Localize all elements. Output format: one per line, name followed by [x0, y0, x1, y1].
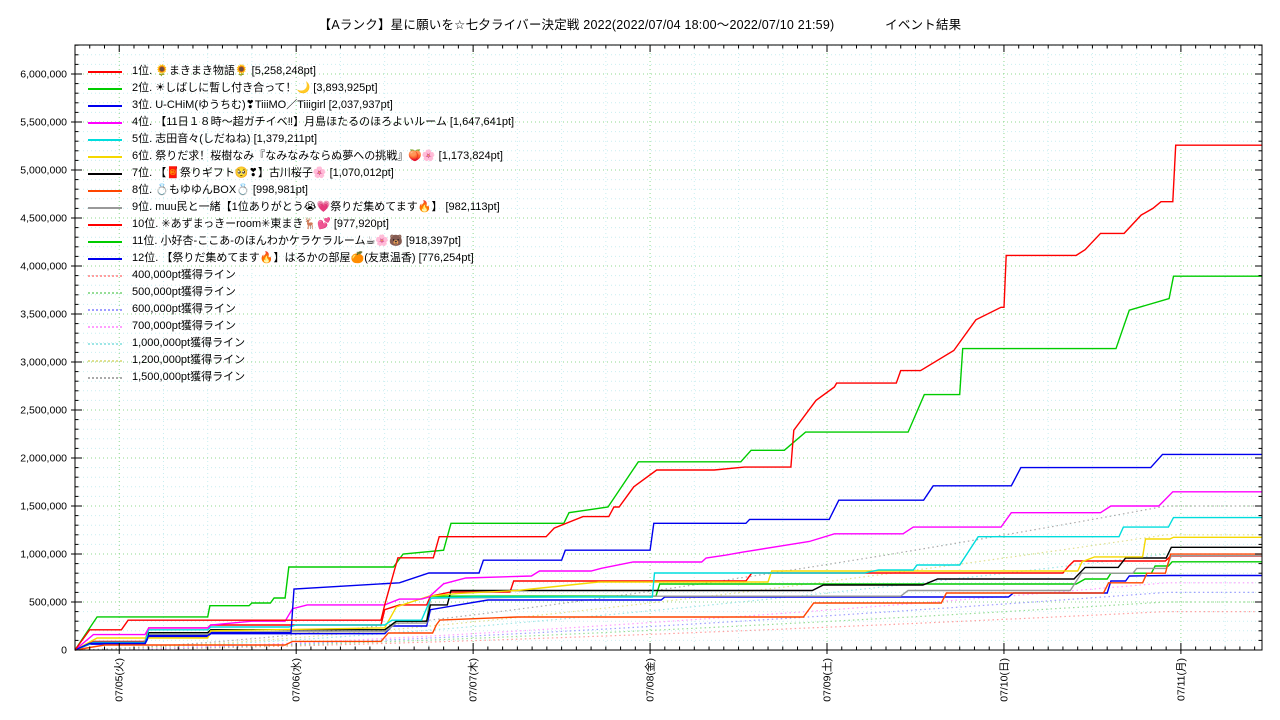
legend-label: 8位. 💍もゆゆんBOX💍 [998,981pt]	[132, 182, 308, 199]
legend-line-swatch	[88, 292, 122, 294]
series-line-rank-12	[75, 576, 1262, 651]
series-line-rank-11	[75, 562, 1262, 650]
legend-line-swatch	[88, 122, 122, 124]
legend-line-swatch	[88, 88, 122, 90]
x-tick-label: 07/05(火)	[114, 658, 126, 702]
legend-item-pace-500000: 500,000pt獲得ライン	[88, 284, 514, 301]
x-tick-label: 07/11(月)	[1175, 658, 1187, 701]
y-tick-label: 5,500,000	[20, 116, 67, 128]
legend-item-pace-1200000: 1,200,000pt獲得ライン	[88, 352, 514, 369]
legend-line-swatch	[88, 139, 122, 141]
x-tick-label: 07/08(金)	[644, 658, 657, 702]
legend-line-swatch	[88, 309, 122, 311]
legend-item-rank-3: 3位. U-CHiM(ゆうちむ)❣TiiiMO／Tiiigirl [2,037,…	[88, 97, 514, 114]
legend-item-pace-1500000: 1,500,000pt獲得ライン	[88, 369, 514, 386]
y-tick-label: 1,500,000	[20, 500, 67, 512]
y-tick-label: 5,000,000	[20, 164, 67, 176]
legend-line-swatch	[88, 377, 122, 379]
legend-item-rank-11: 11位. 小好杏-ここあ-のほんわかケラケラルーム☕🌸🐻 [918,397pt]	[88, 233, 514, 250]
y-tick-label: 0	[61, 645, 67, 657]
x-tick-label: 07/09(土)	[821, 658, 834, 702]
legend-line-swatch	[88, 241, 122, 243]
legend-label: 500,000pt獲得ライン	[132, 284, 236, 301]
y-tick-label: 4,500,000	[20, 212, 67, 224]
legend-label: 1,000,000pt獲得ライン	[132, 335, 245, 352]
legend-item-pace-700000: 700,000pt獲得ライン	[88, 318, 514, 335]
legend-line-swatch	[88, 105, 122, 107]
y-tick-label: 3,000,000	[20, 356, 67, 368]
legend-label: 700,000pt獲得ライン	[132, 318, 236, 335]
legend-line-swatch	[88, 360, 122, 362]
y-tick-label: 2,000,000	[20, 452, 67, 464]
legend-label: 11位. 小好杏-ここあ-のほんわかケラケラルーム☕🌸🐻 [918,397pt]	[132, 233, 461, 250]
y-tick-label: 6,000,000	[20, 68, 67, 80]
y-tick-label: 2,500,000	[20, 404, 67, 416]
legend-label: 1,200,000pt獲得ライン	[132, 352, 245, 369]
legend-label: 2位. ☀しばしに暫し付き合って！🌙 [3,893,925pt]	[132, 80, 378, 97]
legend-label: 10位. ✳あずまっきーroom✳東まき🦌💕 [977,920pt]	[132, 216, 389, 233]
legend-label: 6位. 祭りだ求！桜樹なみ『なみなみならぬ夢への挑戦』🍑🌸 [1,173,824…	[132, 148, 503, 165]
legend-label: 12位. 【祭りだ集めてます🔥】はるかの部屋🍊(友恵温香) [776,254pt…	[132, 250, 474, 267]
legend-label: 1,500,000pt獲得ライン	[132, 369, 245, 386]
legend-line-swatch	[88, 343, 122, 345]
event-result-chart-page: 【Aランク】星に願いを☆七夕ライバー決定戦 2022(2022/07/04 18…	[0, 0, 1280, 720]
legend-item-rank-1: 1位. 🌻まきまき物語🌻 [5,258,248pt]	[88, 63, 514, 80]
x-tick-label: 07/07(木)	[468, 658, 480, 702]
legend-item-rank-8: 8位. 💍もゆゆんBOX💍 [998,981pt]	[88, 182, 514, 199]
legend-label: 4位. 【11日１８時～超ガチイベ‼】月島ほたるのほろよいルーム [1,647,…	[132, 114, 514, 131]
legend-label: 9位. muu民と一緒【1位ありがとう😭💗祭りだ集めてます🔥】 [982,113…	[132, 199, 500, 216]
x-tick-label: 07/10(日)	[998, 658, 1010, 702]
legend-item-pace-1000000: 1,000,000pt獲得ライン	[88, 335, 514, 352]
legend-item-rank-5: 5位. 志田音々(しだねね) [1,379,211pt]	[88, 131, 514, 148]
legend-label: 5位. 志田音々(しだねね) [1,379,211pt]	[132, 131, 317, 148]
y-tick-label: 1,000,000	[20, 548, 67, 560]
legend-item-rank-2: 2位. ☀しばしに暫し付き合って！🌙 [3,893,925pt]	[88, 80, 514, 97]
y-tick-label: 3,500,000	[20, 308, 67, 320]
legend-label: 7位. 【🧧祭りギフト🥺❣】古川桜子🌸 [1,070,012pt]	[132, 165, 394, 182]
legend-label: 3位. U-CHiM(ゆうちむ)❣TiiiMO／Tiiigirl [2,037,…	[132, 97, 393, 114]
legend-item-pace-400000: 400,000pt獲得ライン	[88, 267, 514, 284]
legend-item-rank-10: 10位. ✳あずまっきーroom✳東まき🦌💕 [977,920pt]	[88, 216, 514, 233]
legend-line-swatch	[88, 190, 122, 192]
y-tick-label: 4,000,000	[20, 260, 67, 272]
legend-item-rank-6: 6位. 祭りだ求！桜樹なみ『なみなみならぬ夢への挑戦』🍑🌸 [1,173,824…	[88, 148, 514, 165]
legend-item-rank-9: 9位. muu民と一緒【1位ありがとう😭💗祭りだ集めてます🔥】 [982,113…	[88, 199, 514, 216]
legend-label: 600,000pt獲得ライン	[132, 301, 236, 318]
series-line-rank-7	[75, 547, 1262, 650]
legend-line-swatch	[88, 156, 122, 158]
legend-line-swatch	[88, 207, 122, 209]
legend-line-swatch	[88, 224, 122, 226]
x-tick-label: 07/06(水)	[291, 658, 303, 702]
legend-item-rank-12: 12位. 【祭りだ集めてます🔥】はるかの部屋🍊(友恵温香) [776,254pt…	[88, 250, 514, 267]
legend-line-swatch	[88, 258, 122, 260]
legend-label: 1位. 🌻まきまき物語🌻 [5,258,248pt]	[132, 63, 316, 80]
legend-item-rank-4: 4位. 【11日１８時～超ガチイベ‼】月島ほたるのほろよいルーム [1,647,…	[88, 114, 514, 131]
legend-line-swatch	[88, 173, 122, 175]
chart-legend: 1位. 🌻まきまき物語🌻 [5,258,248pt]2位. ☀しばしに暫し付き合…	[88, 63, 514, 386]
legend-line-swatch	[88, 326, 122, 328]
legend-line-swatch	[88, 275, 122, 277]
y-tick-label: 500,000	[29, 596, 67, 608]
legend-item-rank-7: 7位. 【🧧祭りギフト🥺❣】古川桜子🌸 [1,070,012pt]	[88, 165, 514, 182]
legend-label: 400,000pt獲得ライン	[132, 267, 236, 284]
legend-item-pace-600000: 600,000pt獲得ライン	[88, 301, 514, 318]
legend-line-swatch	[88, 71, 122, 73]
